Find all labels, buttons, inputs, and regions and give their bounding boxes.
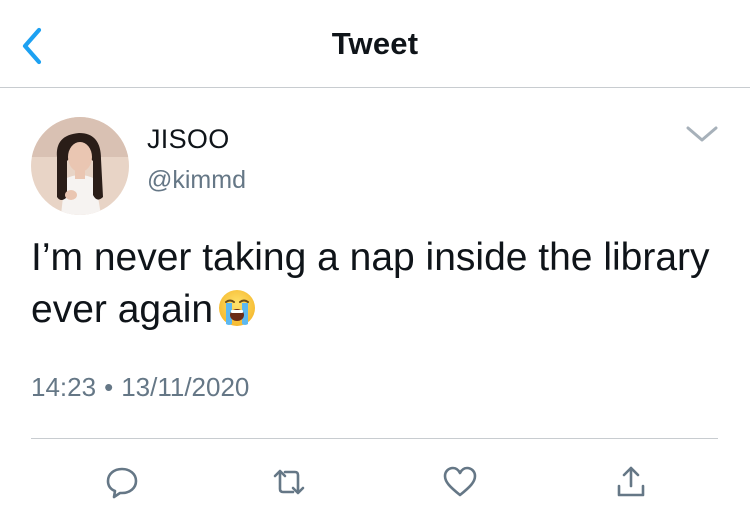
tweet-body: I’m never taking a nap inside the librar… [31, 236, 710, 331]
tweet-detail-screen: Tweet JISOO @kimmd I’m never taking a na… [0, 0, 750, 520]
avatar[interactable] [31, 117, 129, 215]
more-options-button[interactable] [680, 116, 724, 152]
like-button[interactable] [438, 462, 482, 502]
tweet-timestamp: 14:23 • 13/11/2020 [31, 372, 249, 403]
tweet-time: 14:23 [31, 372, 97, 402]
retweet-button[interactable] [267, 462, 311, 502]
meta-separator: • [104, 372, 114, 402]
loudly-crying-face-icon [217, 288, 257, 342]
page-title: Tweet [331, 26, 419, 61]
navigation-bar: Tweet [0, 0, 750, 88]
share-icon [617, 466, 645, 497]
chevron-down-icon [686, 126, 718, 142]
share-button[interactable] [609, 462, 653, 502]
tweet-text: I’m never taking a nap inside the librar… [31, 232, 711, 342]
profile-photo [31, 117, 129, 215]
username-handle[interactable]: @kimmd [147, 166, 246, 195]
display-name[interactable]: JISOO [147, 124, 230, 155]
retweet-icon [273, 469, 305, 495]
tweet-date: 13/11/2020 [121, 372, 250, 402]
reply-icon [106, 467, 138, 499]
like-icon [443, 466, 477, 497]
divider [31, 438, 718, 439]
reply-button[interactable] [100, 462, 144, 502]
